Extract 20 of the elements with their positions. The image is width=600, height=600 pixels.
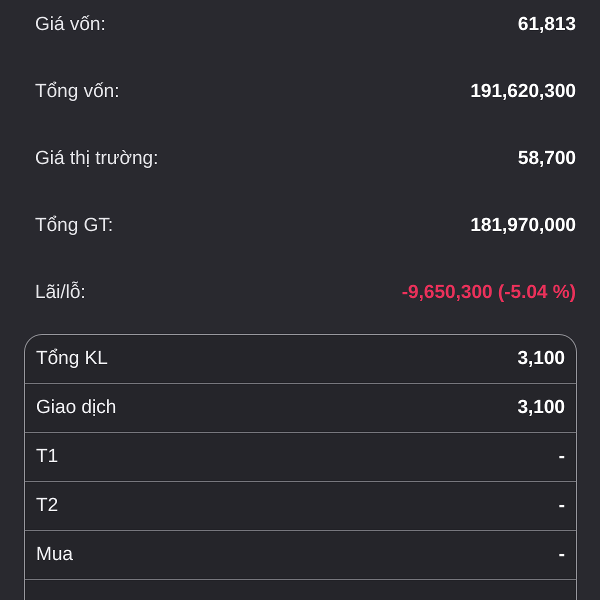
- field-label: Giá thị trường:: [35, 148, 158, 170]
- row-label: T1: [36, 446, 58, 468]
- field-label: Lãi/lỗ:: [35, 282, 86, 304]
- row-label: Tổng KL: [36, 348, 108, 370]
- field-label: Tổng GT:: [35, 214, 114, 236]
- row-label: Mua: [36, 544, 73, 566]
- field-label: Giá vốn:: [35, 14, 106, 36]
- row-value: -: [558, 446, 565, 468]
- field-value: 181,970,000: [470, 214, 576, 236]
- row-value: 3,100: [517, 348, 565, 370]
- field-label: Tổng vốn:: [35, 80, 120, 102]
- row-label: Giao dịch: [36, 397, 116, 419]
- field-value: 61,813: [518, 14, 576, 36]
- field-value: 191,620,300: [470, 80, 576, 102]
- row-value: 3,100: [517, 397, 565, 419]
- row-value: -: [558, 495, 565, 517]
- row-label: T2: [36, 495, 58, 517]
- field-value: 58,700: [518, 148, 576, 170]
- field-value: -9,650,300 (-5.04 %): [402, 282, 576, 304]
- row-value: -: [558, 544, 565, 566]
